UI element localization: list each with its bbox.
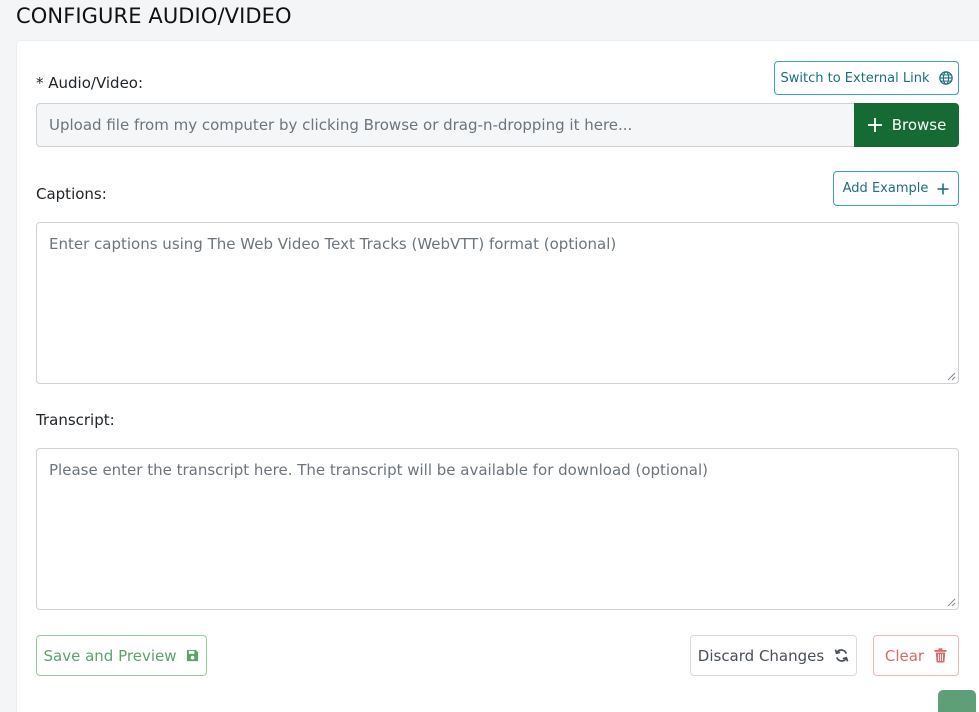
upload-dropzone[interactable]: Upload file from my computer by clicking… <box>36 103 854 147</box>
trash-icon <box>934 648 947 663</box>
browse-label: Browse <box>891 116 947 134</box>
transcript-placeholder: Please enter the transcript here. The tr… <box>49 461 708 479</box>
floppy-disk-icon <box>186 649 199 662</box>
audio-video-label: * Audio/Video: <box>36 74 144 92</box>
page-title: CONFIGURE AUDIO/VIDEO <box>16 4 292 28</box>
save-and-preview-label: Save and Preview <box>43 646 177 665</box>
switch-to-external-link-button[interactable]: Switch to External Link <box>774 61 959 95</box>
resize-grip-icon[interactable] <box>947 598 956 607</box>
clear-button[interactable]: Clear <box>873 635 959 676</box>
floating-action-button[interactable] <box>938 690 976 712</box>
transcript-label: Transcript: <box>36 411 115 429</box>
captions-placeholder: Enter captions using The Web Video Text … <box>49 235 617 253</box>
clear-label: Clear <box>884 646 925 665</box>
plus-icon <box>937 183 949 195</box>
add-example-label: Add Example <box>842 181 929 196</box>
globe-icon <box>938 71 953 85</box>
add-example-button[interactable]: Add Example <box>833 171 959 206</box>
discard-changes-label: Discard Changes <box>697 646 825 665</box>
browse-button[interactable]: Browse <box>854 103 959 147</box>
captions-label: Captions: <box>36 185 107 203</box>
refresh-icon <box>834 648 849 663</box>
transcript-textarea[interactable]: Please enter the transcript here. The tr… <box>36 448 959 610</box>
save-and-preview-button[interactable]: Save and Preview <box>36 635 207 676</box>
discard-changes-button[interactable]: Discard Changes <box>690 635 857 676</box>
resize-grip-icon[interactable] <box>947 372 956 381</box>
upload-group: Upload file from my computer by clicking… <box>36 103 959 147</box>
captions-textarea[interactable]: Enter captions using The Web Video Text … <box>36 222 959 384</box>
switch-to-external-link-label: Switch to External Link <box>780 70 930 86</box>
plus-icon <box>867 117 883 133</box>
